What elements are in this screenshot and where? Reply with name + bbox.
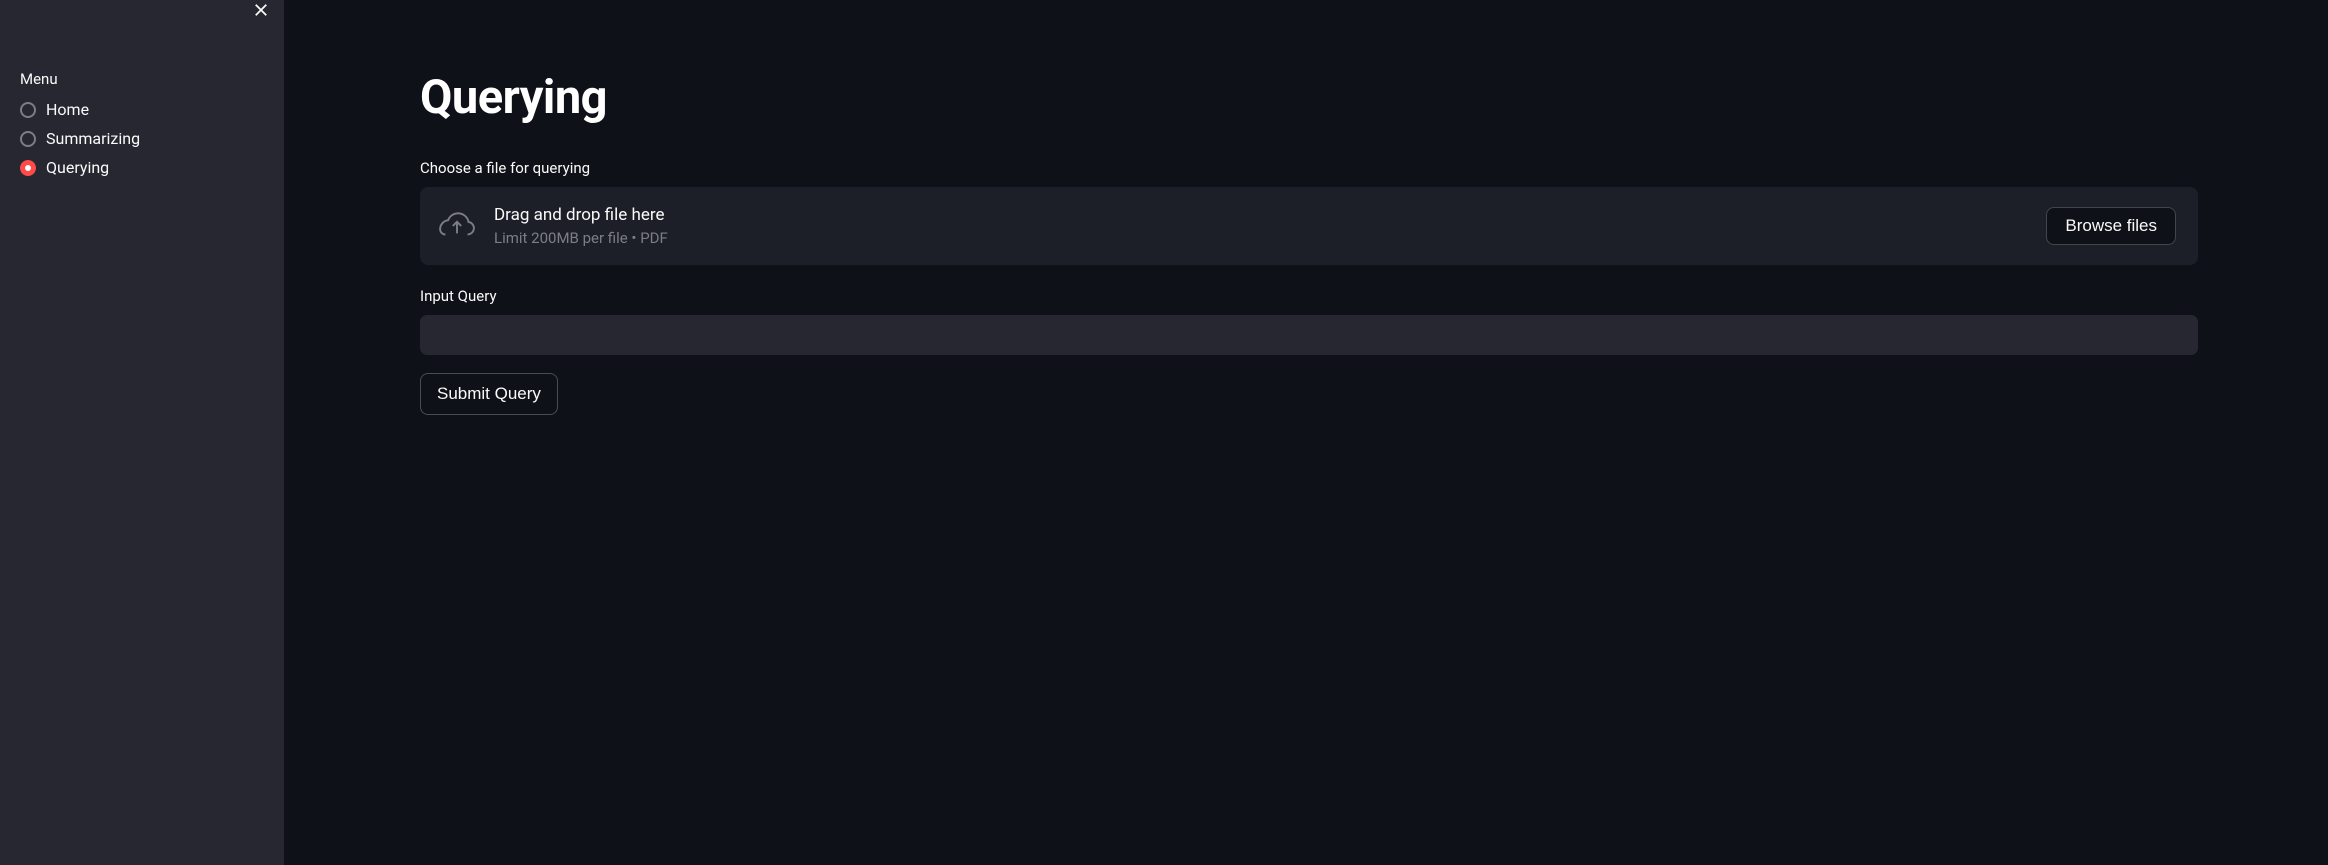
menu-heading: Menu: [20, 70, 264, 88]
sidebar-item-label: Summarizing: [46, 129, 140, 148]
cloud-upload-icon: [436, 206, 476, 246]
radio-icon: [20, 131, 36, 147]
uploader-text-block: Drag and drop file here Limit 200MB per …: [494, 205, 2028, 247]
uploader-title: Drag and drop file here: [494, 205, 2028, 225]
page-title: Querying: [420, 70, 2198, 125]
file-uploader-dropzone[interactable]: Drag and drop file here Limit 200MB per …: [420, 187, 2198, 265]
sidebar-item-home[interactable]: Home: [20, 98, 264, 121]
submit-query-button[interactable]: Submit Query: [420, 373, 558, 415]
sidebar-item-summarizing[interactable]: Summarizing: [20, 127, 264, 150]
query-input[interactable]: [420, 315, 2198, 355]
sidebar-item-querying[interactable]: Querying: [20, 156, 264, 179]
sidebar-item-label: Home: [46, 100, 89, 119]
radio-icon: [20, 160, 36, 176]
main-content: Querying Choose a file for querying Drag…: [284, 0, 2328, 865]
sidebar: Menu Home Summarizing Querying: [0, 0, 284, 865]
menu-radio-group: Home Summarizing Querying: [20, 98, 264, 179]
close-icon: [252, 7, 270, 22]
file-upload-label: Choose a file for querying: [420, 159, 2198, 177]
query-input-label: Input Query: [420, 287, 2198, 305]
uploader-subtext: Limit 200MB per file • PDF: [494, 229, 2028, 247]
close-sidebar-button[interactable]: [248, 0, 274, 23]
sidebar-item-label: Querying: [46, 158, 109, 177]
radio-icon: [20, 102, 36, 118]
browse-files-button[interactable]: Browse files: [2046, 207, 2176, 245]
